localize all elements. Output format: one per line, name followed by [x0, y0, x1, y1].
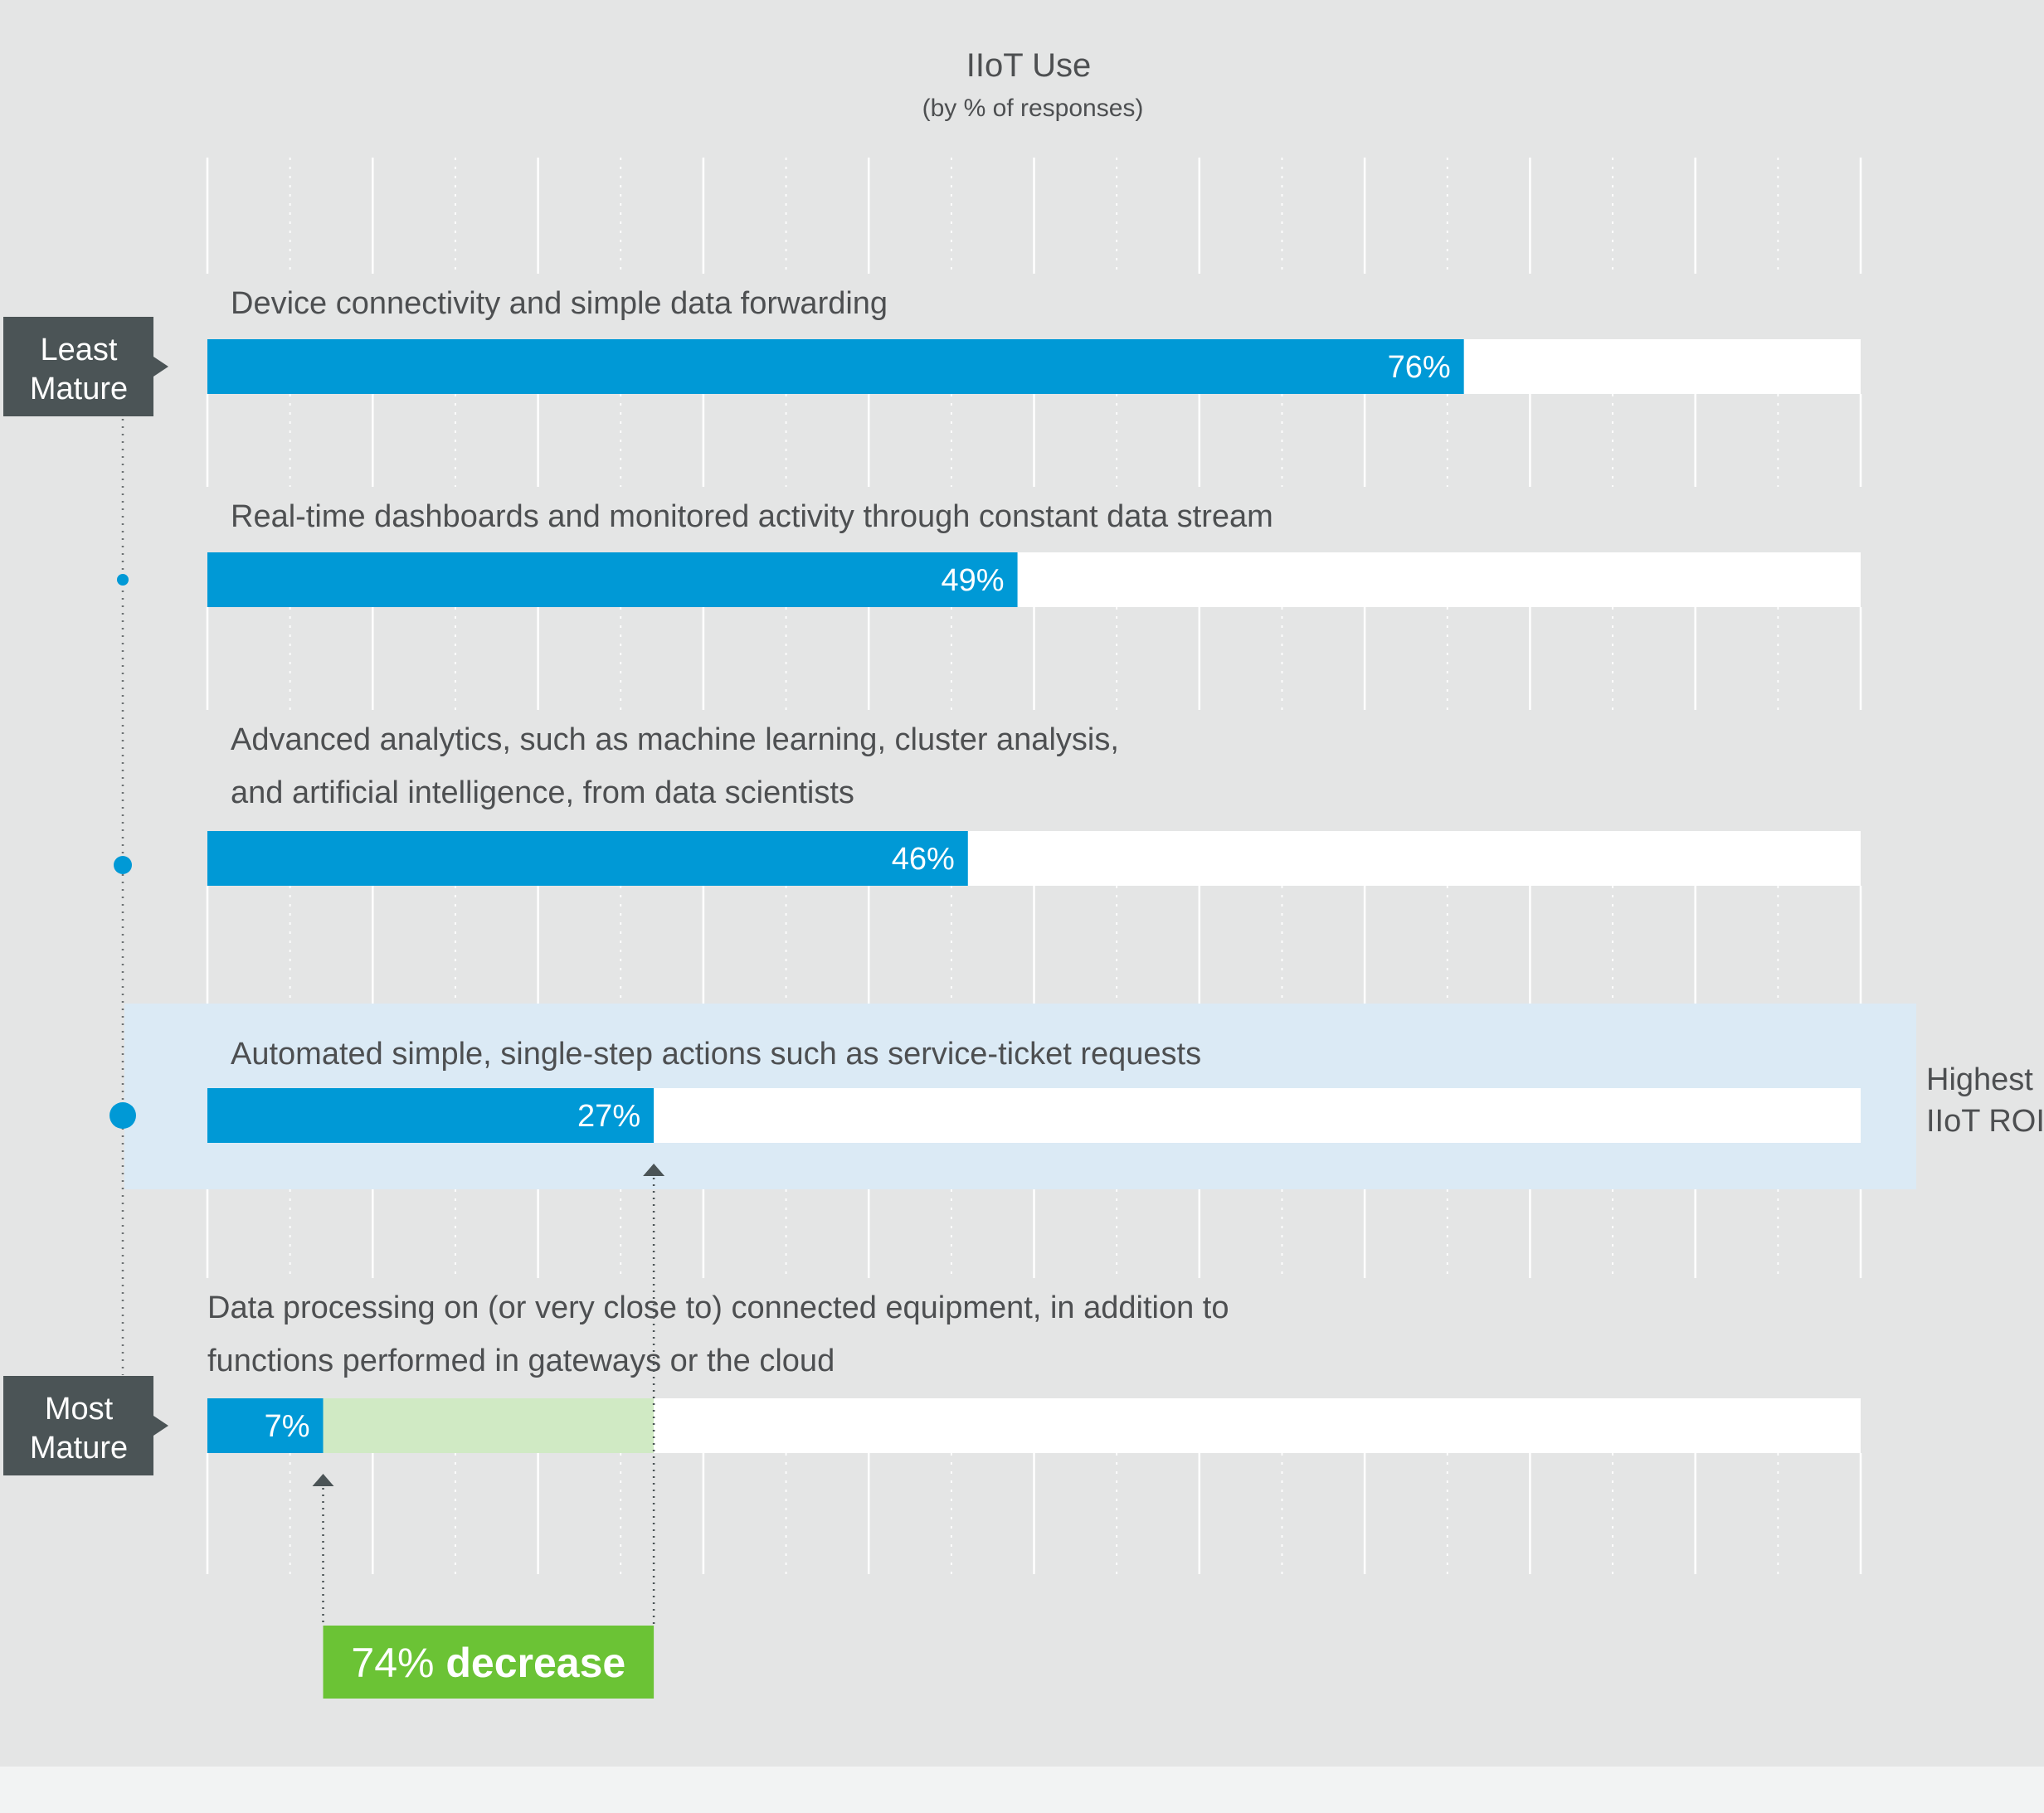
category-label: Real-time dashboards and monitored activ… [231, 499, 1273, 534]
chart-canvas: IIoT Use (by % of responses) 76% Device con… [0, 0, 2044, 1767]
category-label: Automated simple, single-step actions su… [231, 1037, 1201, 1072]
bar-value-label: 46% [892, 842, 955, 877]
maturity-dot [117, 574, 129, 586]
decrease-gap [323, 1398, 655, 1453]
most-mature-label: Mature [30, 1431, 128, 1465]
bar-value-label: 27% [577, 1099, 640, 1134]
category-label: Data processing on (or very close to) co… [207, 1290, 1229, 1325]
chart-subtitle: (by % of responses) [922, 95, 1144, 122]
chart-title: IIoT Use [966, 47, 1091, 84]
decrease-word: decrease [445, 1640, 625, 1686]
bar [207, 831, 968, 886]
most-mature-label: Most [45, 1392, 114, 1427]
bar [207, 339, 1464, 394]
iiot-use-chart: IIoT Use (by % of responses) 76% Device con… [3, 47, 2044, 1699]
highest-roi-label: Highest [1926, 1062, 2033, 1097]
maturity-dot [114, 856, 132, 874]
maturity-dot [110, 1102, 136, 1129]
category-label: and artificial intelligence, from data s… [231, 775, 854, 810]
highest-roi-label: IIoT ROI [1926, 1104, 2044, 1139]
bar-value-label: 76% [1388, 350, 1451, 385]
bar-value-label: 49% [942, 563, 1005, 598]
bar [207, 552, 1018, 607]
least-mature-label: Mature [30, 372, 128, 406]
up-arrow-icon [312, 1474, 334, 1486]
category-label: Device connectivity and simple data forw… [231, 286, 888, 321]
decrease-percent: 74% [351, 1640, 445, 1686]
category-label: functions performed in gateways or the c… [207, 1344, 835, 1378]
decrease-badge-label: 74% decrease [351, 1640, 625, 1686]
bar-value-label: 7% [265, 1409, 310, 1444]
category-label: Advanced analytics, such as machine lear… [231, 722, 1119, 757]
least-mature-label: Least [41, 333, 118, 367]
